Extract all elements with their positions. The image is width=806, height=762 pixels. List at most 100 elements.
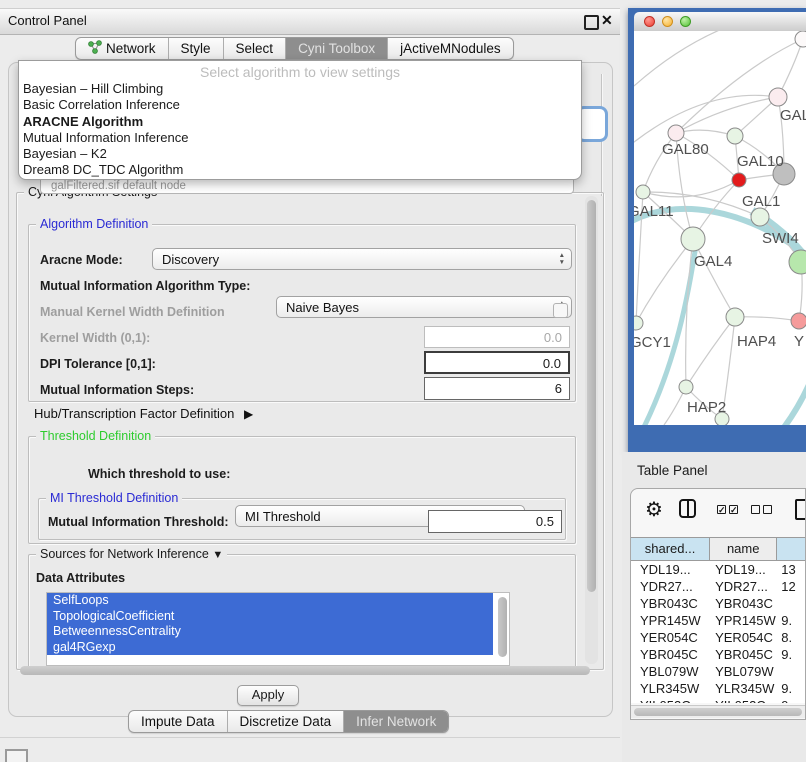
settings-hscrollbar-thumb[interactable] bbox=[20, 666, 590, 675]
manual-kernel-label: Manual Kernel Width Definition bbox=[40, 305, 225, 319]
table-row[interactable]: YIL052C YIL052C 9. bbox=[631, 697, 805, 703]
algorithm-placeholder: Select algorithm to view settings bbox=[19, 61, 581, 81]
algorithm-option-mutual-information[interactable]: Mutual Information Inference bbox=[19, 130, 581, 146]
network-node-gal10[interactable] bbox=[727, 128, 743, 144]
select-all-icon[interactable]: ✓✓ bbox=[717, 505, 738, 514]
network-node-gal11[interactable] bbox=[636, 185, 650, 199]
tab-discretize-data[interactable]: Discretize Data bbox=[228, 711, 345, 732]
gear-icon[interactable]: ⚙ bbox=[645, 497, 663, 522]
column-header-shared-name[interactable]: shared... bbox=[631, 538, 710, 560]
close-window-button[interactable] bbox=[644, 16, 655, 27]
tab-impute-data[interactable]: Impute Data bbox=[129, 711, 228, 732]
cell-value: 9. bbox=[777, 646, 805, 663]
tab-network[interactable]: Network bbox=[76, 38, 169, 59]
list-item[interactable]: TopologicalCoefficient bbox=[47, 609, 493, 625]
dpi-tolerance-input[interactable]: 0.0 bbox=[424, 351, 570, 374]
cell-value: 9. bbox=[777, 612, 805, 629]
network-node-gal1[interactable] bbox=[732, 173, 746, 187]
tab-jactivemnodules[interactable]: jActiveMNodules bbox=[388, 38, 513, 59]
new-table-icon[interactable] bbox=[795, 499, 806, 520]
table-toolbar: ⚙ ✓✓ bbox=[631, 489, 805, 533]
zoom-window-button[interactable] bbox=[680, 16, 691, 27]
desktop: Control Panel ✕ Network bbox=[0, 0, 806, 762]
node-label: GAL4 bbox=[694, 253, 732, 270]
algorithm-option-dream8[interactable]: Dream8 DC_TDC Algorithm bbox=[19, 162, 581, 178]
network-node-swi4[interactable] bbox=[751, 208, 769, 226]
close-icon[interactable]: ✕ bbox=[601, 12, 613, 29]
table-header-row: shared... name bbox=[631, 537, 805, 561]
algorithm-option-bayesian-k2[interactable]: Bayesian – K2 bbox=[19, 146, 581, 162]
cell-value: 9. bbox=[777, 680, 805, 697]
table-hscrollbar-track[interactable] bbox=[631, 705, 805, 718]
network-node[interactable] bbox=[791, 313, 806, 329]
network-node-gal4[interactable] bbox=[681, 227, 705, 251]
cyni-bottom-tabbar: Impute Data Discretize Data Infer Networ… bbox=[128, 710, 449, 733]
list-item[interactable]: SelfLoops bbox=[47, 593, 493, 609]
network-node-gal80[interactable] bbox=[668, 125, 684, 141]
table-row[interactable]: YDR27... YDR27... 12 bbox=[631, 578, 805, 595]
node-label: GAL80 bbox=[662, 141, 709, 158]
deselect-all-icon[interactable] bbox=[751, 505, 772, 514]
table-panel-title: Table Panel bbox=[637, 463, 708, 478]
sources-title-text: Sources for Network Inference bbox=[40, 547, 209, 561]
cell-name: YDR27... bbox=[710, 578, 777, 595]
network-window-titlebar[interactable] bbox=[634, 12, 806, 32]
node-label: GCY1 bbox=[634, 334, 671, 351]
table-row[interactable]: YER054C YER054C 8. bbox=[631, 629, 805, 646]
list-item[interactable]: BetweennessCentrality bbox=[47, 624, 493, 640]
cell-shared-name: YPR145W bbox=[631, 612, 710, 629]
cell-name: YLR345W bbox=[710, 680, 777, 697]
tab-style[interactable]: Style bbox=[169, 38, 224, 59]
node-label: GAL10 bbox=[737, 153, 784, 170]
tab-infer-network[interactable]: Infer Network bbox=[344, 711, 448, 732]
list-scrollbar-thumb[interactable] bbox=[498, 597, 507, 657]
mi-threshold-group-title: MI Threshold Definition bbox=[46, 491, 182, 505]
network-graph bbox=[634, 31, 806, 425]
manual-kernel-checkbox[interactable] bbox=[553, 303, 568, 318]
apply-button[interactable]: Apply bbox=[237, 685, 299, 706]
mi-steps-input[interactable]: 6 bbox=[424, 377, 570, 400]
column-header-partial[interactable] bbox=[777, 538, 805, 560]
network-node-hap2[interactable] bbox=[679, 380, 693, 394]
network-canvas[interactable]: GAL GAL80 GAL10 GAL1 GAL11 SWI4 GAL4 GCY… bbox=[634, 31, 806, 425]
control-panel-title: Control Panel bbox=[8, 13, 87, 28]
tab-select[interactable]: Select bbox=[224, 38, 287, 59]
table-row[interactable]: YDL19... YDL19... 13 bbox=[631, 561, 805, 578]
settings-scrollbar-thumb[interactable] bbox=[587, 200, 596, 592]
table-row[interactable]: YPR145W YPR145W 9. bbox=[631, 612, 805, 629]
table-row[interactable]: YBL079W YBL079W bbox=[631, 663, 805, 680]
network-node-gcy1[interactable] bbox=[634, 316, 643, 330]
chevron-down-icon[interactable]: ▼ bbox=[212, 549, 223, 561]
network-node[interactable] bbox=[789, 250, 806, 274]
minimize-window-button[interactable] bbox=[662, 16, 673, 27]
float-window-icon[interactable] bbox=[584, 15, 599, 30]
network-node[interactable] bbox=[795, 31, 806, 47]
hub-definition-toggle[interactable]: Hub/Transcription Factor Definition ▶ bbox=[34, 406, 253, 421]
network-node[interactable] bbox=[769, 88, 787, 106]
settings-scrollbar-track[interactable] bbox=[585, 196, 598, 664]
mi-type-combo[interactable]: Naive Bayes ▲▼ bbox=[276, 296, 572, 318]
cell-shared-name: YIL052C bbox=[631, 697, 710, 703]
network-node-hap4[interactable] bbox=[726, 308, 744, 326]
table-row[interactable]: YBR045C YBR045C 9. bbox=[631, 646, 805, 663]
combo-spinner-icon: ▲▼ bbox=[559, 252, 565, 266]
cell-value bbox=[777, 595, 805, 612]
split-columns-icon[interactable] bbox=[679, 499, 696, 518]
tab-cyni-toolbox[interactable]: Cyni Toolbox bbox=[286, 38, 388, 59]
list-item[interactable]: gal4RGexp bbox=[47, 640, 493, 656]
table-row[interactable]: YBR043C YBR043C bbox=[631, 595, 805, 612]
algorithm-option-bayesian-hill-climbing[interactable]: Bayesian – Hill Climbing bbox=[19, 81, 581, 97]
mi-steps-label: Mutual Information Steps: bbox=[40, 383, 194, 397]
algorithm-option-aracne[interactable]: ARACNE Algorithm bbox=[19, 114, 581, 130]
mi-threshold-input[interactable]: 0.5 bbox=[428, 510, 562, 533]
algorithm-option-basic-correlation[interactable]: Basic Correlation Inference bbox=[19, 97, 581, 113]
algorithm-definition-title: Algorithm Definition bbox=[36, 217, 152, 231]
table-row[interactable]: YLR345W YLR345W 9. bbox=[631, 680, 805, 697]
table-hscrollbar-thumb[interactable] bbox=[634, 708, 802, 716]
cell-value: 8. bbox=[777, 629, 805, 646]
kernel-width-input[interactable]: 0.0 bbox=[424, 326, 570, 348]
cell-name: YPR145W bbox=[710, 612, 777, 629]
data-attributes-list[interactable]: SelfLoops TopologicalCoefficient Between… bbox=[46, 592, 510, 666]
column-header-name[interactable]: name bbox=[710, 538, 777, 560]
aracne-mode-combo[interactable]: Discovery ▲▼ bbox=[152, 248, 572, 270]
